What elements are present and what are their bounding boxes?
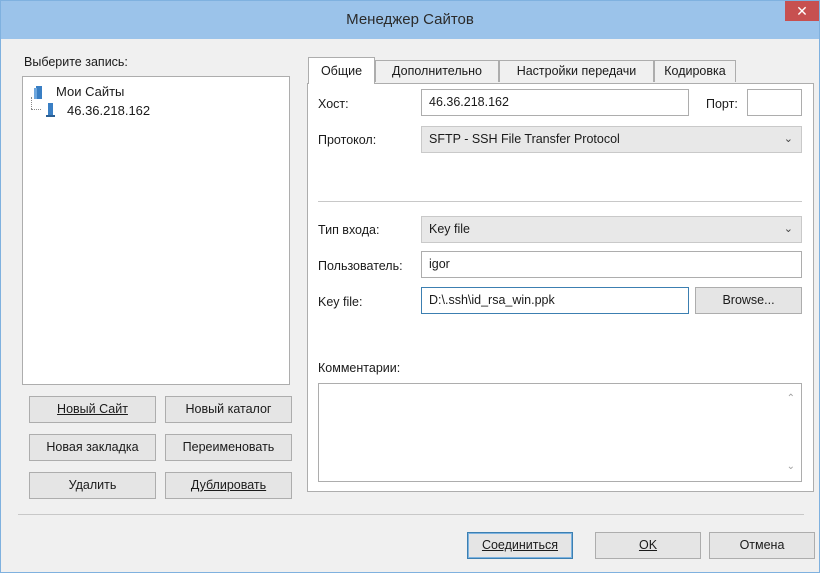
duplicate-button[interactable]: Дублировать <box>165 472 292 499</box>
browse-button[interactable]: Browse... <box>695 287 802 314</box>
rename-button[interactable]: Переименовать <box>165 434 292 461</box>
tab-general[interactable]: Общие <box>308 57 375 84</box>
server-icon <box>46 103 55 117</box>
host-input[interactable]: 46.36.218.162 <box>421 89 689 116</box>
protocol-select[interactable]: SFTP - SSH File Transfer Protocol ⌄ <box>421 126 802 153</box>
tree-item-server[interactable]: 46.36.218.162 <box>43 101 183 119</box>
tree-root-label: Мои Сайты <box>56 84 125 99</box>
chevron-down-icon: ⌄ <box>783 223 793 235</box>
folder-icon <box>34 86 42 99</box>
tab-advanced[interactable]: Дополнительно <box>375 60 499 82</box>
new-folder-button[interactable]: Новый каталог <box>165 396 292 423</box>
new-site-button[interactable]: Новый Сайт <box>29 396 156 423</box>
new-bookmark-button[interactable]: Новая закладка <box>29 434 156 461</box>
tree-line-h <box>31 109 41 111</box>
keyfile-label: Key file: <box>318 295 363 309</box>
connect-button[interactable]: Соединиться <box>467 532 573 559</box>
select-entry-label: Выберите запись: <box>24 55 128 69</box>
user-input[interactable]: igor <box>421 251 802 278</box>
port-input[interactable] <box>747 89 802 116</box>
chevron-down-icon: ⌄ <box>783 133 793 145</box>
scroll-up-icon[interactable]: ⌃ <box>787 386 795 411</box>
logon-type-label: Тип входа: <box>318 223 380 237</box>
ok-button[interactable]: OK <box>595 532 701 559</box>
close-button[interactable]: ✕ <box>785 1 819 21</box>
tab-transfer-settings[interactable]: Настройки передачи <box>499 60 654 82</box>
comments-textarea[interactable]: ⌃ ⌄ <box>318 383 802 482</box>
delete-button[interactable]: Удалить <box>29 472 156 499</box>
scroll-down-icon[interactable]: ⌄ <box>787 454 795 479</box>
title-bar[interactable]: Менеджер Сайтов ✕ <box>1 1 819 39</box>
site-tree[interactable]: Мои Сайты 46.36.218.162 <box>22 76 290 385</box>
cancel-button[interactable]: Отмена <box>709 532 815 559</box>
port-label: Порт: <box>706 97 738 111</box>
logon-type-select[interactable]: Key file ⌄ <box>421 216 802 243</box>
host-label: Хост: <box>318 97 349 111</box>
protocol-value: SFTP - SSH File Transfer Protocol <box>429 132 620 146</box>
comments-label: Комментарии: <box>318 361 401 375</box>
user-label: Пользователь: <box>318 259 403 273</box>
footer-separator <box>18 514 804 515</box>
tree-line <box>31 97 33 109</box>
tab-encoding[interactable]: Кодировка <box>654 60 736 82</box>
tree-root-item[interactable]: Мои Сайты <box>32 83 192 101</box>
separator <box>318 201 802 202</box>
protocol-label: Протокол: <box>318 133 377 147</box>
tree-item-label: 46.36.218.162 <box>67 103 151 118</box>
logon-type-value: Key file <box>429 222 470 236</box>
window-title: Менеджер Сайтов <box>346 11 474 28</box>
keyfile-input[interactable]: D:\.ssh\id_rsa_win.ppk <box>421 287 689 314</box>
